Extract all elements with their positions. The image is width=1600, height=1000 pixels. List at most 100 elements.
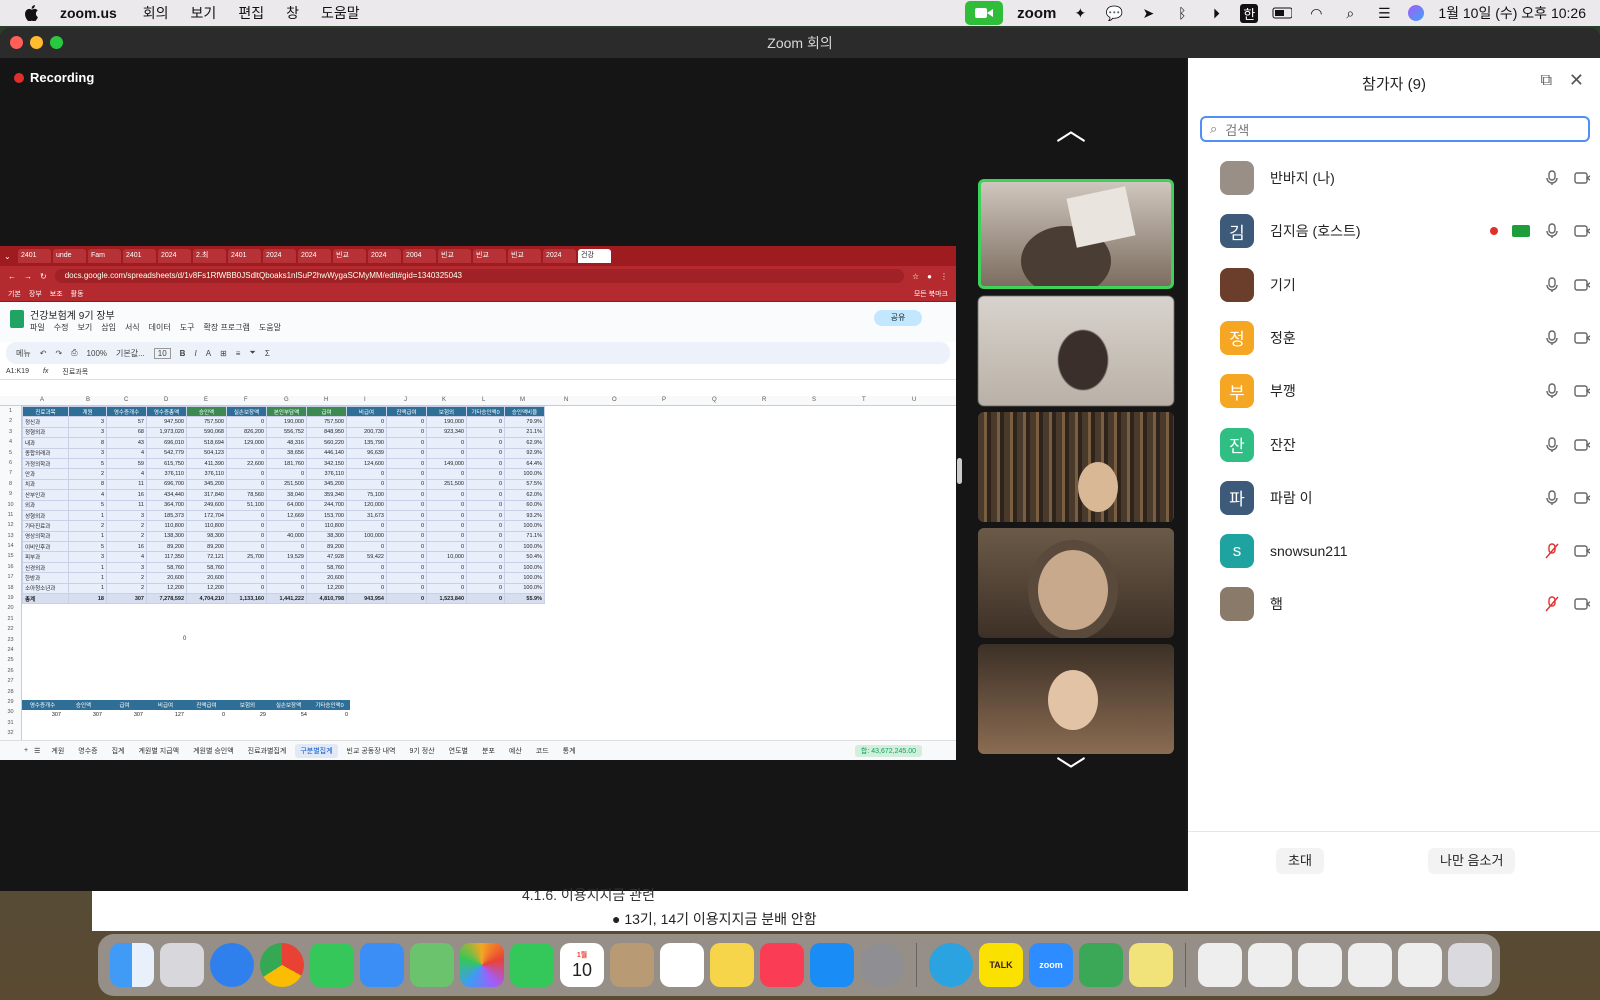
shared-screen[interactable]: ⌄ 2401 unde Fam 2401 2024 2.최 2401 2024 2024 빈교 20… — [0, 246, 956, 760]
table-row[interactable]: 가정의학과 5 59 615,750 411,390 22,600 181,760 342,1… — [22, 457, 545, 470]
video-camera-icon[interactable] — [1574, 170, 1590, 186]
chrome-icon[interactable] — [260, 943, 304, 987]
photos-icon[interactable] — [460, 943, 504, 987]
table-cell[interactable]: 0 — [309, 710, 350, 720]
forward-icon[interactable]: → — [24, 272, 32, 281]
row-header[interactable]: 25 — [0, 655, 21, 665]
table-row[interactable]: 기타진료과 2 2 110,800 110,800 0 0 110,800 0 0 0 0 100.0% — [22, 520, 545, 532]
table-cell[interactable]: 기타승인액0 — [466, 405, 505, 418]
table-cell[interactable]: 0 — [426, 541, 467, 553]
maps-icon[interactable] — [410, 943, 454, 987]
table-cell[interactable]: 149,000 — [426, 457, 467, 470]
messages-icon[interactable] — [310, 943, 354, 987]
italic-icon[interactable]: I — [194, 349, 196, 358]
zoom-select[interactable]: 100% — [87, 349, 107, 358]
table-cell[interactable]: 848,950 — [306, 426, 347, 439]
column-header[interactable]: I — [364, 397, 366, 403]
table-cell[interactable]: 110,800 — [306, 520, 347, 532]
table-cell[interactable]: 0 — [426, 572, 467, 584]
table-cell[interactable]: 943,954 — [346, 593, 387, 605]
table-cell[interactable]: 2 — [68, 520, 107, 532]
table-cell[interactable]: 923,340 — [426, 426, 467, 439]
row-header[interactable]: 5 — [0, 448, 21, 458]
all-bookmarks[interactable]: 모든 북마크 — [914, 289, 948, 299]
share-button[interactable]: 공유 — [874, 310, 922, 326]
table-cell[interactable]: 1,973,020 — [146, 426, 187, 439]
table-cell[interactable]: 7,278,592 — [146, 593, 187, 605]
table-cell[interactable]: 446,140 — [306, 447, 347, 459]
table-cell[interactable]: 급여 — [104, 700, 145, 710]
table-cell[interactable]: 826,200 — [226, 426, 267, 439]
table-cell[interactable]: 0 — [226, 447, 267, 459]
table-cell[interactable]: 71.1% — [504, 530, 545, 543]
table-cell[interactable]: 승인액비율 — [504, 405, 545, 418]
table-cell[interactable]: 진료과목 — [22, 405, 69, 418]
browser-tab[interactable]: 2.최 — [193, 249, 226, 263]
table-cell[interactable]: 0 — [386, 426, 427, 439]
table-cell[interactable]: 62.9% — [504, 437, 545, 449]
table-cell[interactable]: 정형외과 — [22, 426, 69, 439]
table-cell[interactable]: 기타진료과 — [22, 520, 69, 532]
close-panel-icon[interactable]: ✕ — [1569, 70, 1584, 91]
row-header[interactable]: 26 — [0, 666, 21, 676]
table-cell[interactable]: 54 — [268, 710, 309, 720]
table-cell[interactable]: 실손보장액 — [226, 405, 267, 418]
video-tile[interactable] — [978, 179, 1174, 289]
table-cell[interactable]: 2 — [106, 520, 147, 532]
table-cell[interactable]: 0 — [266, 561, 307, 574]
table-cell[interactable]: 38,040 — [266, 489, 307, 501]
sheet-tab[interactable]: 계원별 지급액 — [133, 744, 184, 758]
sheet-tab[interactable]: 코드 — [531, 744, 554, 758]
video-camera-icon[interactable] — [1574, 490, 1590, 506]
column-header[interactable]: C — [124, 397, 128, 403]
participant-row[interactable]: 잔 잔잔 — [1220, 425, 1590, 465]
table-cell[interactable]: 0 — [226, 561, 267, 574]
table-cell[interactable]: 산부인과 — [22, 489, 69, 501]
table-cell[interactable]: 0 — [226, 478, 267, 491]
table-cell[interactable]: 89,200 — [306, 541, 347, 553]
table-cell[interactable]: 0 — [466, 416, 505, 428]
table-cell[interactable]: 한방과 — [22, 572, 69, 584]
video-tile[interactable] — [978, 528, 1174, 638]
table-cell[interactable]: 20,600 — [146, 572, 187, 584]
table-cell[interactable]: 96,639 — [346, 447, 387, 459]
table-cell[interactable]: 0 — [266, 582, 307, 595]
table-cell[interactable]: 비급여 — [346, 405, 387, 418]
menu-view[interactable]: 보기 — [191, 3, 217, 23]
table-cell[interactable]: 98,300 — [186, 530, 227, 543]
table-cell[interactable]: 100,000 — [346, 530, 387, 543]
participant-row[interactable]: 기기 — [1220, 265, 1590, 305]
table-row[interactable]: 307 307 307 127 0 29 54 0 — [22, 710, 350, 720]
telegram-icon[interactable]: ➤ — [1138, 5, 1158, 21]
table-cell[interactable]: 0 — [386, 593, 427, 605]
sheet-tab[interactable]: 집계 — [107, 744, 130, 758]
column-header[interactable]: N — [564, 397, 568, 403]
table-cell[interactable]: 3 — [68, 551, 107, 563]
sheet-tab[interactable]: 예산 — [504, 744, 527, 758]
table-cell[interactable]: 4 — [106, 551, 147, 563]
table-cell[interactable]: 0 — [466, 457, 505, 470]
table-cell[interactable]: 0 — [386, 468, 427, 480]
table-cell[interactable]: 696,700 — [146, 478, 187, 491]
table-cell[interactable]: 총계 — [22, 593, 69, 605]
table-cell[interactable]: 200,730 — [346, 426, 387, 439]
table-cell[interactable]: 실손보장액 — [268, 700, 309, 710]
table-cell[interactable]: 2 — [106, 572, 147, 584]
table-cell[interactable]: 20,600 — [306, 572, 347, 584]
bookmark-item[interactable]: 보조 — [50, 289, 63, 299]
table-cell[interactable]: 1 — [68, 572, 107, 584]
table-cell[interactable]: 129,000 — [226, 437, 267, 449]
mic-icon[interactable] — [1544, 383, 1560, 399]
table-cell[interactable]: 진액급여 — [386, 405, 427, 418]
table-cell[interactable]: 11 — [106, 478, 147, 491]
table-cell[interactable]: 542,779 — [146, 447, 187, 459]
zoom-window-button[interactable] — [50, 36, 63, 49]
table-row[interactable]: 정형외과 3 68 1,973,020 590,068 826,200 556,752 848… — [22, 426, 545, 439]
table-cell[interactable]: 영수증총액 — [146, 405, 187, 418]
table-row[interactable]: 치과 8 11 696,700 345,200 0 251,500 345,200 0 0 251,… — [22, 478, 545, 491]
column-header[interactable]: F — [244, 397, 248, 403]
table-cell[interactable]: 8 — [68, 478, 107, 491]
table-row[interactable]: 종합외래과 3 4 542,779 504,123 0 38,656 446,140 96,63… — [22, 447, 545, 459]
row-header[interactable]: 32 — [0, 728, 21, 738]
table-row[interactable]: 성형외과 1 3 185,373 172,704 0 12,669 153,700 31,673… — [22, 509, 545, 522]
